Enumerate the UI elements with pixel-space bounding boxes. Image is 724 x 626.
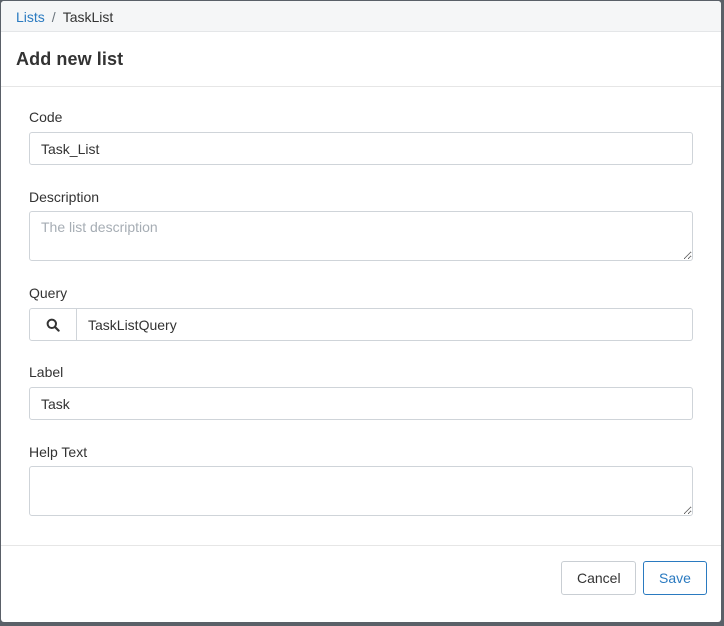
save-button[interactable]: Save <box>643 561 707 595</box>
add-list-dialog: Lists / TaskList Add new list Code Descrip… <box>1 1 721 622</box>
query-input[interactable] <box>77 308 693 341</box>
query-label: Query <box>29 285 68 301</box>
dialog-title: Add new list <box>16 49 124 69</box>
description-textarea[interactable] <box>29 211 693 261</box>
dialog-header: Add new list <box>1 32 721 87</box>
help-text-label: Help Text <box>29 444 88 460</box>
breadcrumb-separator: / <box>51 9 56 25</box>
breadcrumb: Lists / TaskList <box>1 1 721 32</box>
code-label: Code <box>29 109 63 125</box>
dialog-footer: Cancel Save <box>1 545 721 622</box>
description-label: Description <box>29 189 100 205</box>
search-icon <box>46 318 60 332</box>
help-text-textarea[interactable] <box>29 466 693 516</box>
code-input[interactable] <box>29 132 693 165</box>
breadcrumb-current: TaskList <box>62 9 114 25</box>
query-input-group <box>29 308 693 341</box>
query-search-button[interactable] <box>29 308 77 341</box>
cancel-button[interactable]: Cancel <box>561 561 636 595</box>
label-input[interactable] <box>29 387 693 420</box>
breadcrumb-lists-link[interactable]: Lists <box>16 9 45 25</box>
label-label: Label <box>29 364 64 380</box>
